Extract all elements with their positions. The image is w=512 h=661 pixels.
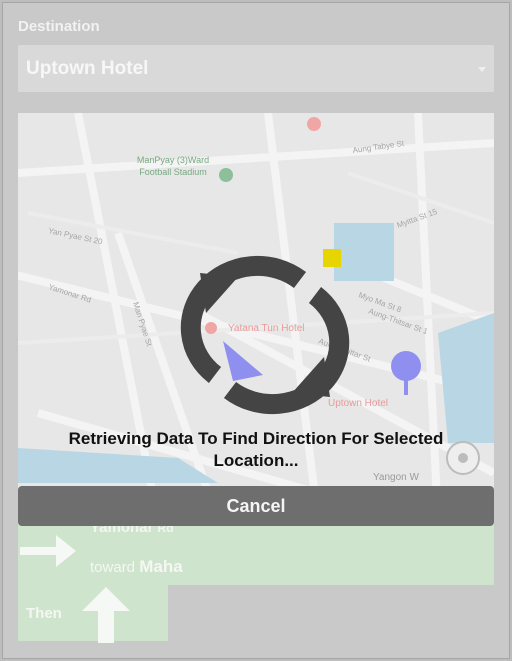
loading-message: Retrieving Data To Find Direction For Se… bbox=[68, 429, 444, 470]
loading-refresh-icon bbox=[180, 255, 350, 415]
svg-text:Yangon W: Yangon W bbox=[373, 472, 420, 483]
up-arrow-icon bbox=[82, 587, 130, 643]
cancel-button[interactable]: Cancel bbox=[18, 486, 494, 526]
dropdown-caret-icon bbox=[478, 67, 486, 72]
then-card: Then bbox=[18, 585, 168, 643]
direction-toward: toward Maha bbox=[90, 557, 183, 577]
then-label: Then bbox=[26, 605, 62, 622]
svg-text:Football Stadium: Football Stadium bbox=[139, 167, 207, 177]
app-root: Destination Uptown Hotel ManPyay (3)Ward… bbox=[0, 0, 512, 661]
destination-select[interactable]: Uptown Hotel bbox=[18, 45, 494, 92]
svg-text:ManPyay (3)Ward: ManPyay (3)Ward bbox=[137, 155, 209, 165]
direction-card: Yamonar Rd toward Maha bbox=[18, 519, 494, 585]
toward-prefix: toward bbox=[90, 559, 136, 576]
toward-place: Maha bbox=[139, 557, 183, 576]
right-arrow-icon bbox=[20, 535, 76, 567]
destination-label: Destination bbox=[18, 18, 100, 35]
destination-value: Uptown Hotel bbox=[26, 58, 149, 79]
